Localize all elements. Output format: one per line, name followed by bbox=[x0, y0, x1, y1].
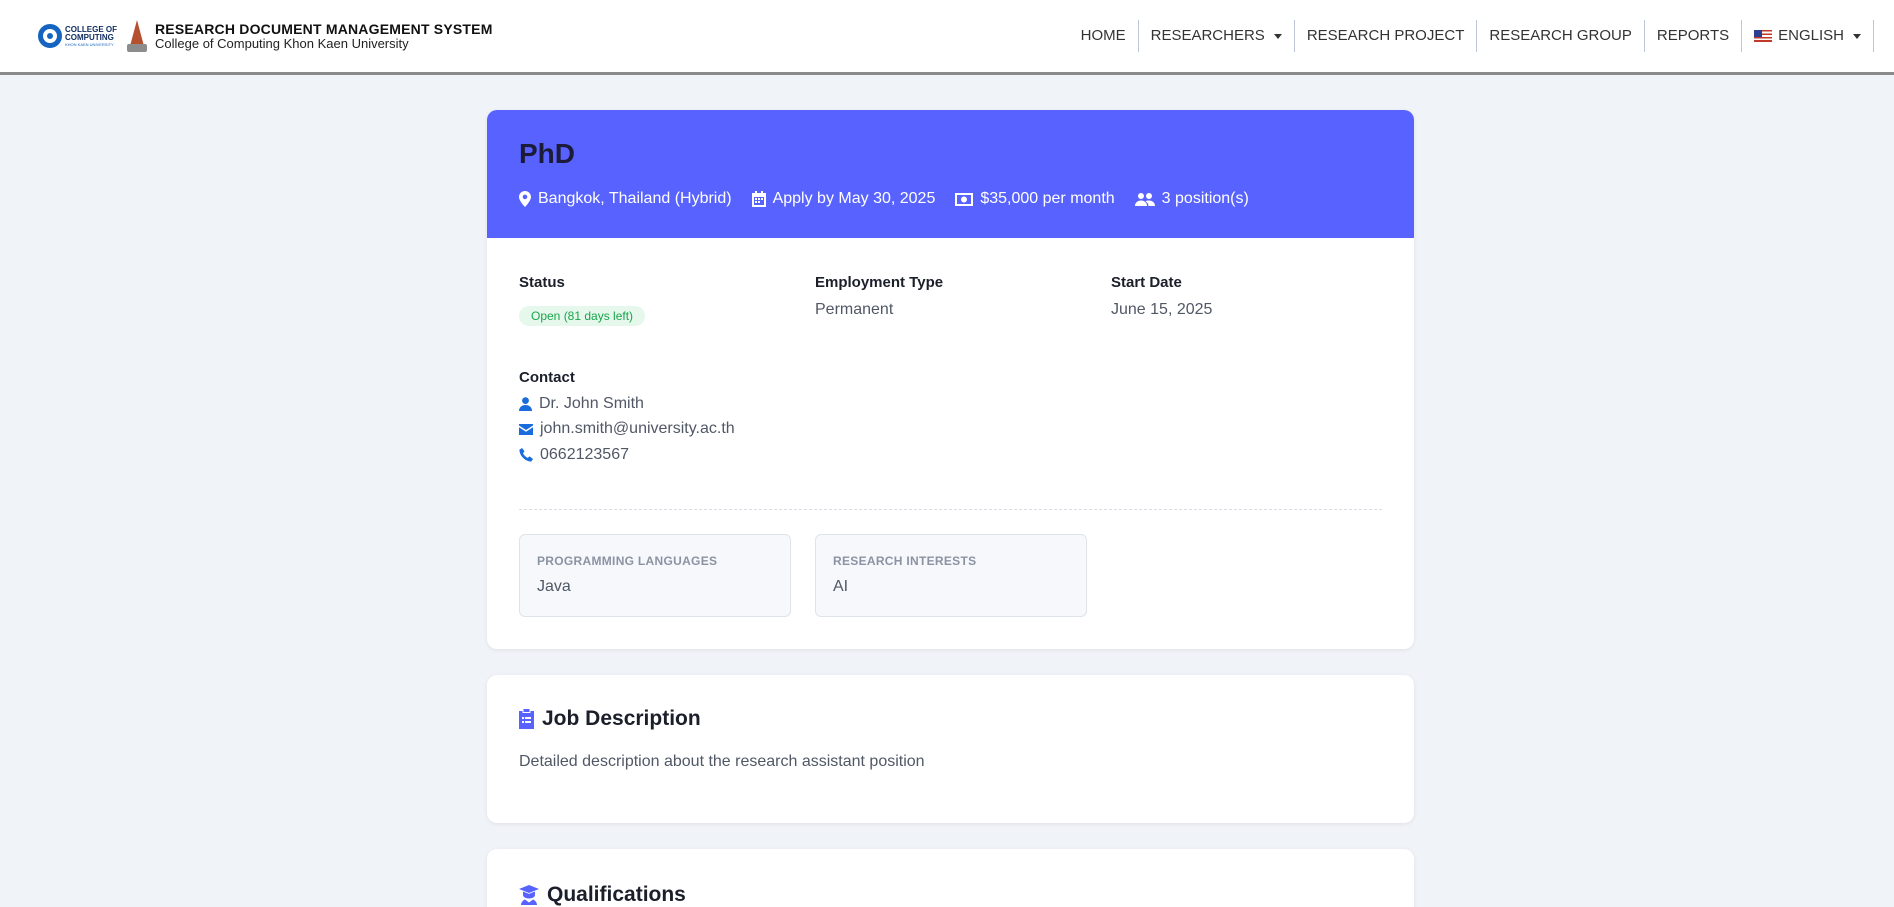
job-deadline: Apply by May 30, 2025 bbox=[751, 190, 936, 208]
salary-text: $35,000 per month bbox=[980, 190, 1115, 207]
job-description-card: Job Description Detailed description abo… bbox=[487, 675, 1414, 823]
contact-email[interactable]: john.smith@university.ac.th bbox=[540, 420, 735, 438]
language-dropdown[interactable]: ENGLISH bbox=[1742, 20, 1874, 52]
contact-phone[interactable]: 0662123567 bbox=[540, 446, 629, 464]
college-of-computing-logo bbox=[38, 24, 62, 48]
programming-languages-value: Java bbox=[537, 578, 571, 595]
contact-email-row: john.smith@university.ac.th bbox=[519, 420, 735, 438]
qualifications-title: Qualifications bbox=[547, 883, 686, 906]
deadline-text: Apply by May 30, 2025 bbox=[772, 190, 936, 207]
nav-researchers[interactable]: RESEARCHERS bbox=[1139, 20, 1295, 52]
qualifications-card: Qualifications bbox=[487, 849, 1414, 907]
job-location: Bangkok, Thailand (Hybrid) bbox=[519, 190, 732, 208]
section-divider bbox=[519, 509, 1382, 510]
main-nav: HOME RESEARCHERS RESEARCH PROJECT RESEAR… bbox=[1069, 20, 1874, 52]
language-label: ENGLISH bbox=[1778, 27, 1844, 44]
location-text: Bangkok, Thailand (Hybrid) bbox=[538, 190, 732, 207]
nav-home[interactable]: HOME bbox=[1069, 20, 1139, 52]
us-flag-icon bbox=[1754, 30, 1773, 42]
programming-languages-box: PROGRAMMING LANGUAGES Java bbox=[519, 534, 791, 617]
job-description-text: Detailed description about the research … bbox=[519, 753, 925, 770]
envelope-icon bbox=[519, 423, 533, 435]
job-description-heading: Job Description bbox=[519, 707, 701, 731]
contact-label: Contact bbox=[519, 369, 575, 386]
contact-name: Dr. John Smith bbox=[539, 395, 644, 412]
money-icon bbox=[955, 192, 974, 206]
research-interests-label: RESEARCH INTERESTS bbox=[833, 554, 977, 568]
status-label: Status bbox=[519, 274, 565, 291]
map-marker-icon bbox=[519, 191, 531, 207]
phone-icon bbox=[519, 448, 533, 462]
graduate-icon bbox=[519, 885, 539, 905]
contact-phone-row: 0662123567 bbox=[519, 446, 629, 464]
qualifications-heading: Qualifications bbox=[519, 883, 686, 907]
site-subtitle: College of Computing Khon Kaen Universit… bbox=[155, 36, 409, 51]
job-salary: $35,000 per month bbox=[955, 190, 1115, 208]
job-meta: Bangkok, Thailand (Hybrid) Apply by May … bbox=[519, 190, 1269, 208]
status-badge: Open (81 days left) bbox=[519, 306, 646, 326]
site-title: RESEARCH DOCUMENT MANAGEMENT SYSTEM bbox=[155, 21, 493, 37]
nav-researchers-label: RESEARCHERS bbox=[1150, 27, 1265, 44]
users-icon bbox=[1134, 192, 1155, 206]
job-title: PhD bbox=[519, 138, 575, 169]
calendar-icon bbox=[751, 191, 766, 207]
start-date-value: June 15, 2025 bbox=[1111, 301, 1213, 318]
clipboard-list-icon bbox=[519, 709, 534, 729]
job-header: PhD Bangkok, Thailand (Hybrid) Apply by … bbox=[487, 110, 1414, 238]
start-date-label: Start Date bbox=[1111, 274, 1182, 291]
logo-line-3: KHON KAEN UNIVERSITY bbox=[65, 41, 114, 47]
chevron-down-icon bbox=[1273, 33, 1282, 39]
brand[interactable]: COLLEGE OF COMPUTING KHON KAEN UNIVERSIT… bbox=[38, 18, 493, 54]
job-description-title: Job Description bbox=[542, 707, 701, 730]
user-icon bbox=[519, 397, 532, 411]
research-interests-value: AI bbox=[833, 578, 849, 595]
employment-type-value: Permanent bbox=[815, 301, 894, 318]
kku-logo bbox=[127, 20, 147, 52]
college-logo-text: COLLEGE OF COMPUTING KHON KAEN UNIVERSIT… bbox=[65, 25, 121, 47]
chevron-down-icon bbox=[1853, 33, 1861, 39]
navbar: COLLEGE OF COMPUTING KHON KAEN UNIVERSIT… bbox=[0, 0, 1894, 75]
job-positions: 3 position(s) bbox=[1134, 190, 1249, 208]
nav-research-project[interactable]: RESEARCH PROJECT bbox=[1295, 20, 1478, 52]
employment-type-label: Employment Type bbox=[815, 274, 944, 291]
nav-reports[interactable]: REPORTS bbox=[1645, 20, 1743, 52]
logo-line-2: COMPUTING bbox=[65, 32, 114, 42]
research-interests-box: RESEARCH INTERESTS AI bbox=[815, 534, 1087, 617]
programming-languages-label: PROGRAMMING LANGUAGES bbox=[537, 554, 718, 568]
nav-research-group[interactable]: RESEARCH GROUP bbox=[1477, 20, 1645, 52]
contact-name-row: Dr. John Smith bbox=[519, 395, 644, 413]
job-card: PhD Bangkok, Thailand (Hybrid) Apply by … bbox=[487, 110, 1414, 649]
positions-text: 3 position(s) bbox=[1161, 190, 1249, 207]
